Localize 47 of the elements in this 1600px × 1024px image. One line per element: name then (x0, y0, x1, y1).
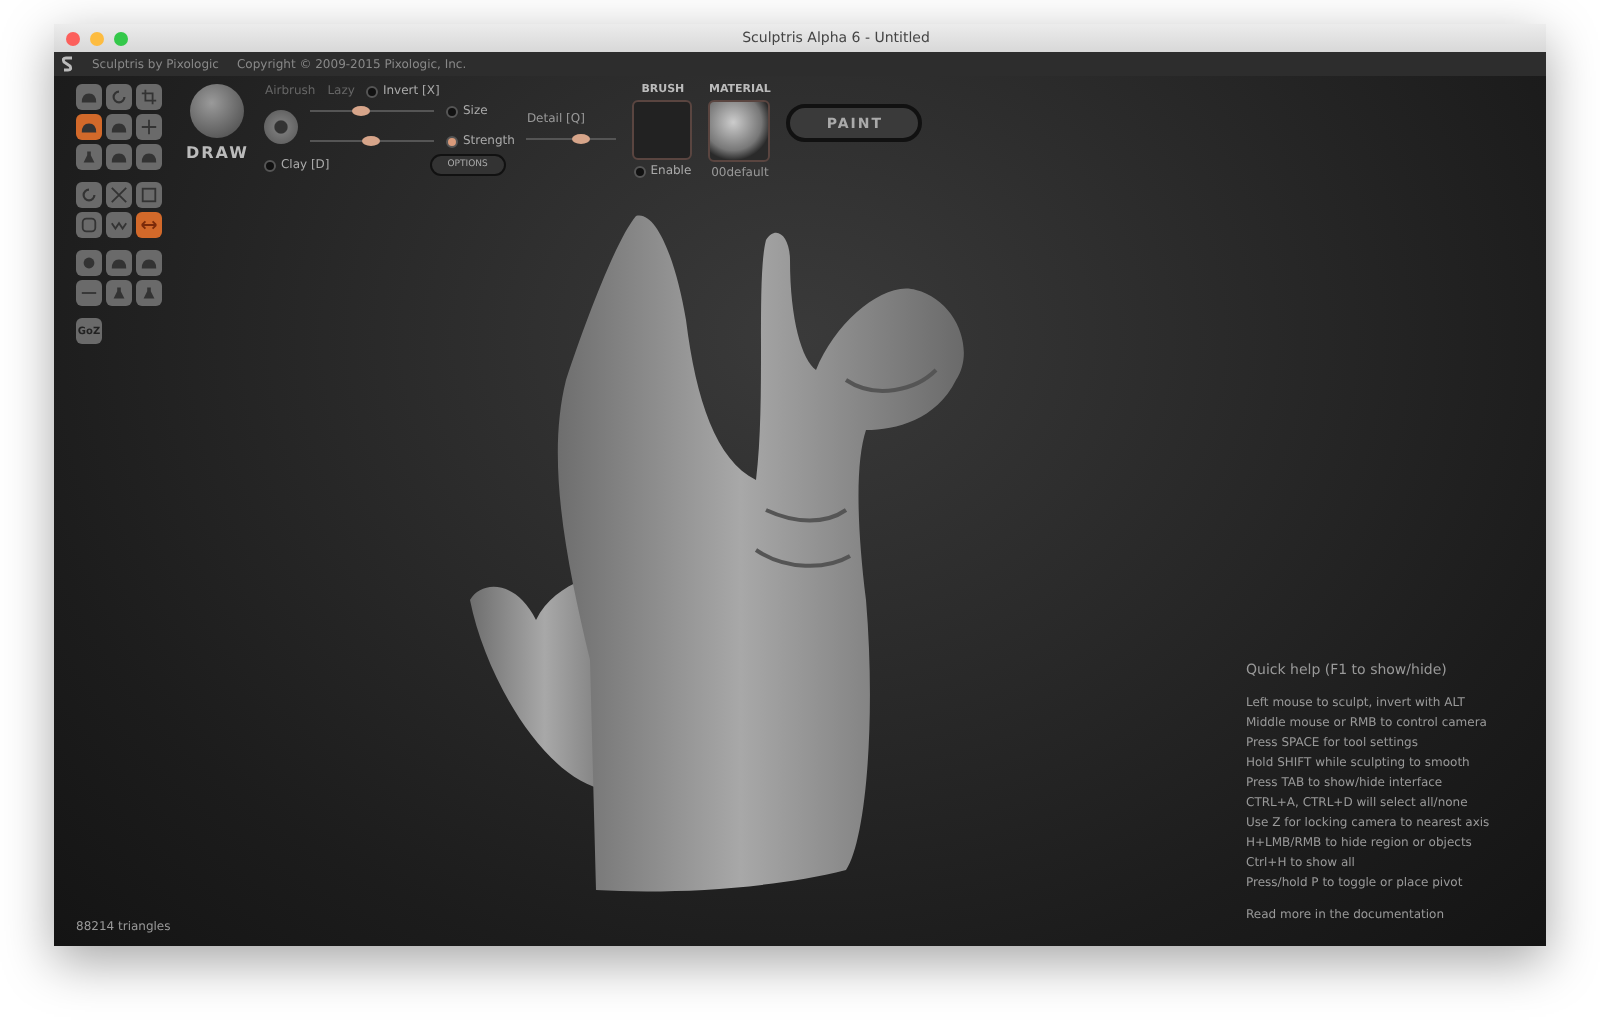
arrows-icon (140, 216, 158, 234)
tool-button[interactable] (136, 212, 162, 238)
tool-button[interactable] (76, 182, 102, 208)
wave-icon (110, 216, 128, 234)
move-icon (140, 118, 158, 136)
tool-button[interactable] (136, 250, 162, 276)
tool-button[interactable] (136, 84, 162, 110)
close-button[interactable] (66, 31, 80, 45)
enable-checkbox[interactable] (634, 165, 647, 177)
crop-icon (140, 88, 158, 106)
grid-icon (140, 186, 158, 204)
tool-button[interactable] (76, 250, 102, 276)
radio-button[interactable] (446, 135, 459, 147)
slider-thumb[interactable] (572, 134, 591, 144)
maximize-button[interactable] (114, 31, 128, 45)
ball-icon (80, 254, 98, 272)
tool-button[interactable] (76, 84, 102, 110)
invert-checkbox[interactable] (366, 85, 379, 97)
tool-button[interactable] (76, 144, 102, 170)
rotate-icon (110, 88, 128, 106)
tool-name: DRAW (186, 144, 249, 162)
tool-button[interactable] (76, 212, 102, 238)
tool-button[interactable] (136, 114, 162, 140)
tool-button[interactable] (106, 280, 132, 306)
slider-thumb[interactable] (352, 106, 371, 116)
tool-button[interactable] (106, 114, 132, 140)
tool-button[interactable] (106, 182, 132, 208)
tool-button[interactable] (106, 144, 132, 170)
tool-button[interactable] (76, 280, 102, 306)
tool-button[interactable] (136, 280, 162, 306)
rotate-icon (80, 186, 98, 204)
brush-well[interactable] (632, 100, 693, 160)
pinch-icon (80, 148, 98, 166)
app-logo-icon (62, 56, 74, 72)
tool-button[interactable] (106, 250, 132, 276)
slider-thumb[interactable] (362, 136, 381, 146)
cross-icon (110, 186, 128, 204)
tool-button[interactable] (136, 144, 162, 170)
tool-button[interactable] (136, 182, 162, 208)
tool-button[interactable] (106, 212, 132, 238)
tool-button[interactable] (106, 84, 132, 110)
radio-button[interactable] (446, 105, 459, 117)
brush-sphere-icon[interactable] (190, 84, 245, 138)
square-icon (80, 216, 98, 234)
tool-button[interactable] (76, 114, 102, 140)
clay-checkbox[interactable] (264, 159, 277, 171)
alpha-icon[interactable] (264, 109, 299, 143)
